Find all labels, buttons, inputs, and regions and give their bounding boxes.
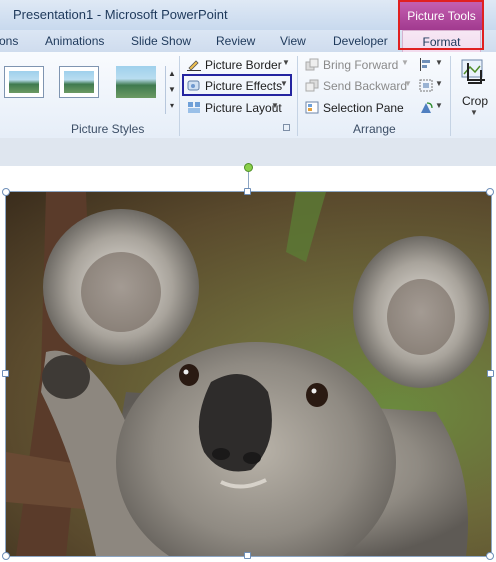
picture-style-thumbnail[interactable] bbox=[59, 66, 99, 98]
layout-icon bbox=[188, 102, 200, 113]
gallery-up-button[interactable]: ▲ bbox=[166, 66, 178, 81]
resize-handle-bottom-right[interactable] bbox=[486, 552, 494, 560]
resize-handle-bottom-left[interactable] bbox=[2, 552, 10, 560]
picture-layout-button[interactable]: Picture Layout ▼ bbox=[184, 98, 294, 118]
gallery-down-button[interactable]: ▼ bbox=[166, 82, 178, 97]
divider bbox=[297, 56, 298, 136]
window-title: Presentation1 - Microsoft PowerPoint bbox=[13, 7, 228, 22]
crop-label: Crop bbox=[462, 94, 489, 108]
selection-pane-icon bbox=[305, 101, 319, 114]
group-button[interactable]: ▼ bbox=[416, 76, 444, 96]
divider bbox=[450, 56, 451, 136]
resize-handle-top-left[interactable] bbox=[2, 188, 10, 196]
divider bbox=[179, 56, 180, 136]
chevron-down-icon: ▼ bbox=[435, 79, 443, 88]
rotate-handle[interactable] bbox=[244, 163, 253, 172]
chevron-down-icon: ▼ bbox=[404, 79, 412, 88]
gallery-scroll: ▲ ▼ ▾ bbox=[165, 66, 178, 114]
koala-picture[interactable] bbox=[6, 192, 491, 556]
chevron-down-icon: ▼ bbox=[435, 101, 443, 110]
dialog-launcher-icon[interactable] bbox=[283, 124, 290, 131]
chevron-down-icon: ▼ bbox=[282, 58, 290, 67]
picture-effects-highlight-outline bbox=[182, 74, 292, 96]
send-backward-button[interactable]: Send Backward ▼ bbox=[302, 76, 414, 96]
gallery-more-button[interactable]: ▾ bbox=[166, 98, 178, 113]
resize-handle-bottom[interactable] bbox=[244, 552, 251, 559]
chevron-down-icon: ▼ bbox=[401, 58, 409, 67]
rotate-icon bbox=[421, 102, 433, 113]
align-button[interactable]: ▼ bbox=[416, 55, 444, 75]
resize-handle-top[interactable] bbox=[244, 188, 251, 195]
resize-handle-top-right[interactable] bbox=[486, 188, 494, 196]
send-backward-icon bbox=[305, 79, 319, 92]
align-icon bbox=[420, 58, 430, 71]
resize-handle-left[interactable] bbox=[2, 370, 9, 377]
tab-add-ons[interactable]: ons bbox=[0, 34, 18, 48]
koala-image bbox=[6, 192, 489, 556]
bring-forward-button[interactable]: Bring Forward ▼ bbox=[302, 55, 412, 75]
picture-tools-highlight-outline bbox=[398, 0, 484, 50]
tab-slide-show[interactable]: Slide Show bbox=[131, 34, 191, 48]
rotate-button[interactable]: ▼ bbox=[416, 98, 444, 118]
arrange-group-label: Arrange bbox=[353, 122, 396, 136]
picture-border-button[interactable]: Picture Border ▼ bbox=[184, 55, 294, 75]
tab-developer[interactable]: Developer bbox=[333, 34, 388, 48]
group-icon bbox=[419, 79, 433, 92]
chevron-down-icon: ▼ bbox=[470, 108, 478, 117]
resize-handle-right[interactable] bbox=[487, 370, 494, 377]
tab-animations[interactable]: Animations bbox=[45, 34, 104, 48]
picture-style-thumbnail[interactable] bbox=[116, 66, 156, 98]
tab-view[interactable]: View bbox=[280, 34, 306, 48]
tab-review[interactable]: Review bbox=[216, 34, 255, 48]
chevron-down-icon: ▼ bbox=[435, 58, 443, 67]
crop-icon bbox=[461, 59, 485, 84]
chevron-down-icon: ▼ bbox=[271, 101, 279, 110]
picture-styles-group-label: Picture Styles bbox=[71, 122, 145, 136]
pencil-icon bbox=[187, 60, 201, 71]
picture-style-thumbnail[interactable] bbox=[4, 66, 44, 98]
crop-button[interactable]: Crop ▼ bbox=[455, 56, 493, 118]
bring-forward-icon bbox=[305, 58, 319, 71]
selection-pane-button[interactable]: Selection Pane bbox=[302, 98, 404, 118]
